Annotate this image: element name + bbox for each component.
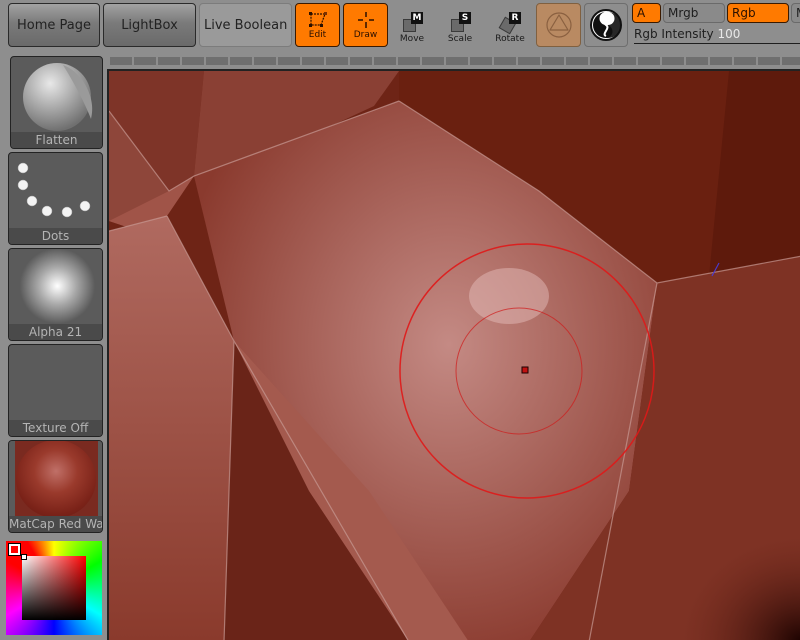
edit-mode-button[interactable]: Edit (295, 3, 340, 47)
lightbox-button[interactable]: LightBox (103, 3, 196, 47)
edit-icon (308, 11, 327, 27)
dots-stroke-icon (9, 153, 102, 230)
rotate-icon: R (498, 12, 521, 35)
rgb-intensity-value: 100 (717, 27, 741, 41)
texture-selector[interactable]: Texture Off (8, 344, 103, 437)
mrgb-button[interactable]: Mrgb (663, 3, 725, 23)
alpha-selector[interactable]: Alpha 21 (8, 248, 103, 341)
rgb-intensity-label: Rgb Intensity (634, 27, 714, 41)
flatten-brush-icon (11, 57, 102, 134)
brush-label: Flatten (11, 132, 102, 148)
symmetry-icon (590, 9, 622, 41)
home-page-button[interactable]: Home Page (8, 3, 100, 47)
perspective-button[interactable] (536, 3, 581, 47)
move-label: Move (399, 34, 425, 44)
rotate-label: Rotate (495, 34, 525, 44)
color-picker-marker[interactable] (21, 554, 27, 560)
live-boolean-button[interactable]: Live Boolean (199, 3, 292, 47)
material-selector[interactable]: MatCap Red Wax (8, 440, 103, 533)
draw-label: Draw (353, 29, 378, 40)
symmetry-button[interactable] (584, 3, 628, 47)
alpha-21-icon (9, 249, 102, 326)
saturation-value-square[interactable] (22, 556, 86, 620)
brush-center-marker (521, 366, 529, 374)
a-toggle-button[interactable]: A (632, 3, 661, 23)
material-label: MatCap Red Wax (9, 516, 102, 532)
texture-label: Texture Off (9, 420, 102, 436)
draw-crosshair-icon (357, 11, 374, 28)
draw-mode-button[interactable]: Draw (343, 3, 388, 47)
edit-label: Edit (308, 29, 327, 40)
scale-tool-button[interactable]: S Scale (436, 8, 484, 44)
move-tool-button[interactable]: M Move (388, 8, 436, 44)
alpha-label: Alpha 21 (9, 324, 102, 340)
top-toolbar: Home Page LightBox Live Boolean Edit Dra… (0, 0, 800, 52)
rgb-button[interactable]: Rgb (727, 3, 789, 23)
move-icon: M (401, 12, 423, 34)
primary-color-swatch[interactable] (8, 543, 21, 556)
color-picker[interactable] (6, 541, 102, 635)
scale-icon: S (449, 12, 471, 34)
canvas-top-ruler (110, 57, 800, 65)
scale-label: Scale (447, 34, 473, 44)
texture-off-icon (9, 345, 102, 422)
sculpt-mesh (109, 71, 800, 640)
m-button[interactable]: M (791, 3, 800, 23)
stroke-label: Dots (9, 228, 102, 244)
perspective-icon (545, 12, 572, 38)
matcap-red-wax-icon (9, 441, 102, 518)
brush-selector[interactable]: Flatten (10, 56, 103, 149)
sculpt-viewport[interactable] (107, 69, 800, 640)
rotate-tool-button[interactable]: R Rotate (486, 8, 534, 44)
stroke-selector[interactable]: Dots (8, 152, 103, 245)
rgb-intensity-slider[interactable]: Rgb Intensity 100 (634, 24, 800, 44)
